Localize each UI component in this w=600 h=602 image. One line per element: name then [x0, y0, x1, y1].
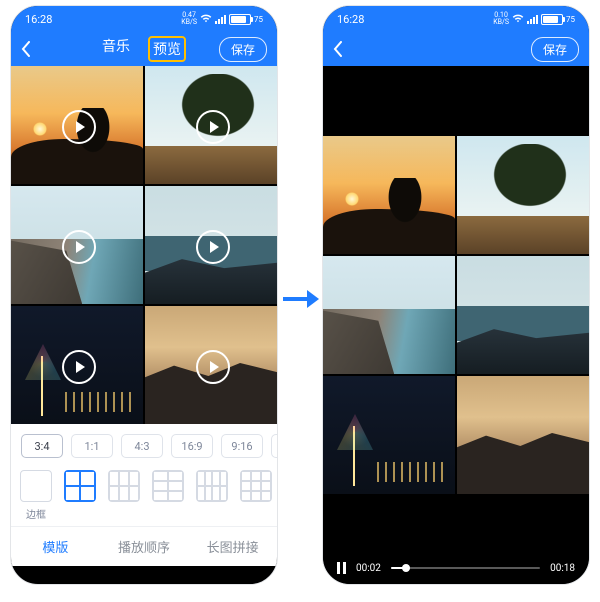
- grid-cell[interactable]: [11, 66, 143, 184]
- net-rate: 0.10KB/S: [493, 12, 509, 26]
- ratio-chip[interactable]: 3:4: [21, 434, 63, 458]
- template-4x2[interactable]: [197, 470, 227, 518]
- preview-grid[interactable]: [323, 136, 589, 494]
- battery-icon: 75: [229, 14, 263, 25]
- arrow-icon: [283, 290, 319, 308]
- playback-total: 00:18: [550, 563, 575, 574]
- battery-icon: 75: [541, 14, 575, 25]
- template-row: 边框: [11, 466, 277, 526]
- status-indicators: 0.10KB/S 75: [493, 12, 575, 26]
- status-indicators: 0.47KB/S 75: [181, 12, 263, 26]
- template-2x3[interactable]: [153, 470, 183, 518]
- status-bar: 16:28 0.10KB/S 75: [323, 6, 589, 32]
- grid-cell: [323, 256, 455, 374]
- bottom-tab-order[interactable]: 播放顺序: [100, 527, 189, 566]
- grid-cell[interactable]: [11, 306, 143, 424]
- phone-preview: 16:28 0.10KB/S 75 保存: [322, 5, 590, 585]
- photo-grid: [11, 66, 277, 424]
- grid-cell[interactable]: [145, 306, 277, 424]
- play-icon: [196, 230, 230, 264]
- back-button[interactable]: [333, 41, 355, 57]
- wifi-icon: [512, 13, 524, 26]
- playback-current: 00:02: [356, 563, 381, 574]
- grid-cell[interactable]: [145, 66, 277, 184]
- grid-cell: [323, 136, 455, 254]
- header: 16:28 0.47KB/S 75 音乐 预览 保存: [11, 6, 277, 66]
- template-3x2[interactable]: [109, 470, 139, 518]
- ratio-chip[interactable]: 4:3: [121, 434, 163, 458]
- play-icon: [62, 350, 96, 384]
- play-icon: [62, 110, 96, 144]
- status-time: 16:28: [337, 13, 364, 26]
- preview-area: 00:02 00:18: [323, 66, 589, 584]
- nav-bar: 音乐 预览 保存: [11, 32, 277, 66]
- save-button[interactable]: 保存: [219, 37, 267, 62]
- ratio-chip[interactable]: 16:9: [171, 434, 213, 458]
- bottom-tabs: 模版 播放顺序 长图拼接: [11, 526, 277, 566]
- playback-thumb[interactable]: [402, 564, 410, 572]
- play-icon: [62, 230, 96, 264]
- grid-cell: [457, 376, 589, 494]
- ratio-chip[interactable]: 1:1: [71, 434, 113, 458]
- signal-icon: [527, 15, 538, 24]
- grid-cell[interactable]: [145, 186, 277, 304]
- ratio-chip[interactable]: 9:16: [221, 434, 263, 458]
- ratio-chip-more[interactable]: 更多: [271, 434, 278, 458]
- bottom-tab-template[interactable]: 模版: [11, 527, 100, 566]
- ratio-row: 3:4 1:1 4:3 16:9 9:16 更多: [11, 424, 277, 466]
- grid-cell: [457, 256, 589, 374]
- net-rate: 0.47KB/S: [181, 12, 197, 26]
- play-icon: [196, 110, 230, 144]
- grid-cell: [323, 376, 455, 494]
- header: 16:28 0.10KB/S 75 保存: [323, 6, 589, 66]
- nav-bar: 保存: [323, 32, 589, 66]
- template-3x3[interactable]: [241, 470, 271, 518]
- playback-track[interactable]: [391, 567, 540, 569]
- tab-preview[interactable]: 预览: [148, 36, 186, 62]
- bottom-panel: 3:4 1:1 4:3 16:9 9:16 更多 边框 模版 播放顺序 长图拼接: [11, 424, 277, 566]
- template-border[interactable]: 边框: [21, 470, 51, 518]
- wifi-icon: [200, 13, 212, 26]
- pause-button[interactable]: [337, 562, 346, 574]
- status-time: 16:28: [25, 13, 52, 26]
- tab-music[interactable]: 音乐: [102, 36, 130, 62]
- play-icon: [196, 350, 230, 384]
- signal-icon: [215, 15, 226, 24]
- save-button[interactable]: 保存: [531, 37, 579, 62]
- grid-cell[interactable]: [11, 186, 143, 304]
- bottom-tab-long[interactable]: 长图拼接: [188, 527, 277, 566]
- playback-controls: 00:02 00:18: [323, 562, 589, 574]
- status-bar: 16:28 0.47KB/S 75: [11, 6, 277, 32]
- grid-cell: [457, 136, 589, 254]
- template-2x2[interactable]: [65, 470, 95, 518]
- back-button[interactable]: [21, 41, 43, 57]
- phone-editor: 16:28 0.47KB/S 75 音乐 预览 保存: [10, 5, 278, 585]
